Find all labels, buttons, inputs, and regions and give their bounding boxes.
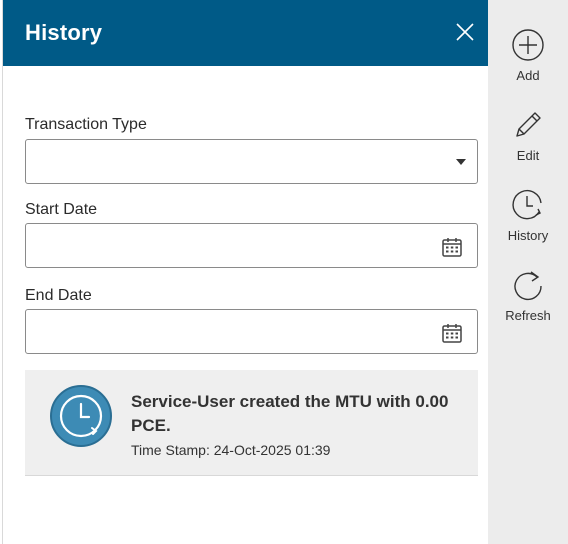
panel-title: History <box>25 20 103 45</box>
history-panel: History Transaction Type Start Date End … <box>2 0 489 544</box>
transaction-type-select[interactable] <box>25 139 478 184</box>
edit-button[interactable]: Edit <box>488 108 568 178</box>
start-date-input[interactable] <box>26 224 477 267</box>
panel-header: History <box>3 0 489 66</box>
history-message: Service-User created the MTU with 0.00 P… <box>131 392 449 435</box>
history-timestamp: Time Stamp: 24-Oct-2025 01:39 <box>131 442 331 458</box>
refresh-label: Refresh <box>505 308 551 323</box>
transaction-type-label: Transaction Type <box>25 116 147 133</box>
close-icon <box>456 23 474 41</box>
close-button[interactable] <box>453 20 477 44</box>
right-toolbar: Add Edit History Refresh <box>488 0 568 544</box>
end-date-label: End Date <box>25 287 92 304</box>
history-entry: Service-User created the MTU with 0.00 P… <box>25 370 478 476</box>
clock-icon <box>50 385 112 447</box>
caret-down-icon <box>456 159 466 165</box>
edit-label: Edit <box>516 148 540 163</box>
history-button[interactable]: History <box>488 188 568 258</box>
transaction-type-value[interactable] <box>26 140 477 183</box>
add-button[interactable]: Add <box>488 28 568 98</box>
refresh-icon <box>514 271 542 301</box>
refresh-button[interactable]: Refresh <box>488 268 568 338</box>
end-date-field[interactable] <box>25 309 478 354</box>
pencil-icon <box>516 112 541 137</box>
history-icon <box>512 189 542 220</box>
start-date-field[interactable] <box>25 223 478 268</box>
calendar-icon[interactable] <box>441 236 463 258</box>
add-label: Add <box>516 68 540 83</box>
history-label: History <box>507 228 549 243</box>
plus-circle-icon <box>512 29 544 61</box>
calendar-icon[interactable] <box>441 322 463 344</box>
start-date-label: Start Date <box>25 201 98 218</box>
end-date-input[interactable] <box>26 310 477 353</box>
